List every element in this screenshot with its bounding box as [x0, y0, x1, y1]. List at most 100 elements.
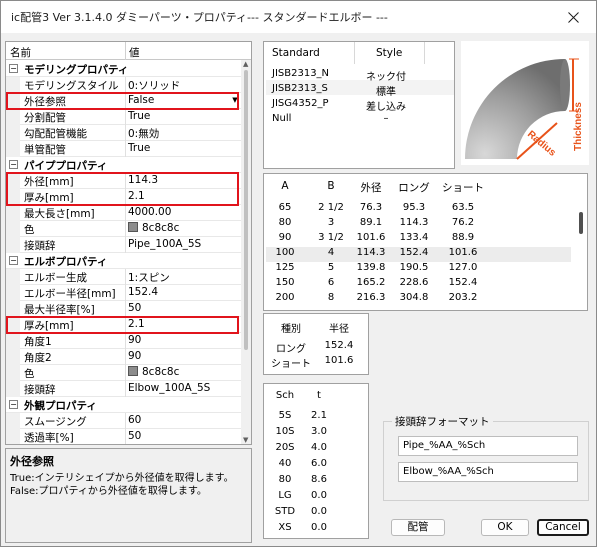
property-value[interactable]: 60 [128, 414, 141, 426]
property-value[interactable]: 0:無効 [128, 126, 159, 141]
collapse-toggle-icon[interactable]: − [9, 160, 18, 169]
size-cell[interactable]: 89.1 [354, 217, 388, 228]
standards-list[interactable]: Standard Style JISB2313_N ネック付 JISB2313_S 標… [263, 41, 455, 169]
scroll-up-icon[interactable]: ▲ [243, 60, 248, 68]
standard-style[interactable]: – [356, 113, 416, 124]
window-close-button[interactable] [550, 1, 596, 33]
radius-cell[interactable]: ショート [268, 355, 314, 370]
size-cell[interactable]: 139.8 [354, 262, 388, 273]
size-cell[interactable]: 125 [270, 262, 300, 273]
size-cell[interactable]: 152.4 [440, 277, 486, 288]
property-row[interactable]: スムージング 60 [6, 413, 241, 429]
property-row[interactable]: エルボー半径[mm] 152.4 [6, 285, 241, 301]
size-cell[interactable]: 88.9 [440, 232, 486, 243]
size-cell[interactable]: 216.3 [354, 292, 388, 303]
size-cell[interactable]: 95.3 [394, 202, 434, 213]
schedule-cell[interactable]: XS [268, 522, 302, 533]
size-cell[interactable]: 228.6 [394, 277, 434, 288]
property-value[interactable]: 1:スピン [128, 270, 170, 285]
collapse-toggle-icon[interactable]: − [9, 64, 18, 73]
property-value[interactable]: 90 [128, 350, 141, 362]
size-cell[interactable]: 101.6 [440, 247, 486, 258]
schedule-cell[interactable]: STD [268, 506, 302, 517]
schedule-cell[interactable]: 2.1 [304, 410, 334, 421]
size-cell[interactable]: 100 [270, 247, 300, 258]
property-value[interactable]: 152.4 [128, 286, 158, 298]
size-cell[interactable]: 203.2 [440, 292, 486, 303]
size-cell[interactable]: 4 [314, 247, 348, 258]
size-cell[interactable]: 127.0 [440, 262, 486, 273]
size-table[interactable]: A B 外径 ロング ショート 65 2 1/2 76.3 95.3 63.5 80 3 89.1 11… [263, 173, 588, 311]
schedule-cell[interactable]: 3.0 [304, 426, 334, 437]
schedule-cell[interactable]: 20S [268, 442, 302, 453]
collapse-toggle-icon[interactable]: − [9, 256, 18, 265]
standard-name[interactable]: Null [272, 113, 291, 124]
property-value[interactable]: True [128, 142, 150, 154]
size-cell[interactable]: 304.8 [394, 292, 434, 303]
schedule-cell[interactable]: 8.6 [304, 474, 334, 485]
property-row[interactable]: 角度1 90 [6, 333, 241, 349]
property-row[interactable]: 分割配管 True [6, 109, 241, 125]
size-cell[interactable]: 3 [314, 217, 348, 228]
property-value[interactable]: 50 [128, 430, 141, 442]
size-cell[interactable]: 90 [270, 232, 300, 243]
standard-style[interactable]: ネック付 [356, 68, 416, 83]
ok-button[interactable]: OK [481, 519, 529, 536]
size-cell[interactable]: 133.4 [394, 232, 434, 243]
property-row[interactable]: 単管配管 True [6, 141, 241, 157]
property-row[interactable]: 角度2 90 [6, 349, 241, 365]
property-value[interactable]: 8c8c8c [128, 366, 179, 378]
size-cell[interactable]: 152.4 [394, 247, 434, 258]
size-cell[interactable]: 6 [314, 277, 348, 288]
property-row[interactable]: 色 8c8c8c [6, 365, 241, 381]
piping-button[interactable]: 配管 [391, 519, 445, 536]
size-cell[interactable]: 65 [270, 202, 300, 213]
elbow-prefix-format-field[interactable]: Elbow_%AA_%Sch [398, 462, 578, 482]
schedule-cell[interactable]: 80 [268, 474, 302, 485]
property-row[interactable]: 透過率[%] 50 [6, 429, 241, 444]
property-value[interactable]: True [128, 110, 150, 122]
property-value[interactable]: 0:ソリッド [128, 78, 180, 93]
scrollbar-thumb[interactable] [244, 70, 248, 350]
property-row[interactable]: 接頭辞 Elbow_100A_5S [6, 381, 241, 397]
standard-name[interactable]: JISB2313_S [272, 83, 328, 94]
property-row[interactable]: モデリングスタイル 0:ソリッド [6, 77, 241, 93]
property-row[interactable]: エルボー生成 1:スピン [6, 269, 241, 285]
property-value[interactable]: 90 [128, 334, 141, 346]
standard-name[interactable]: JISG4352_P [272, 98, 328, 109]
cancel-button[interactable]: Cancel [537, 519, 589, 536]
pipe-prefix-format-field[interactable]: Pipe_%AA_%Sch [398, 436, 578, 456]
size-cell[interactable]: 190.5 [394, 262, 434, 273]
size-cell[interactable]: 114.3 [354, 247, 388, 258]
property-row[interactable]: 最大半径率[%] 50 [6, 301, 241, 317]
scroll-down-icon[interactable]: ▼ [243, 436, 248, 444]
radius-cell[interactable]: 152.4 [316, 340, 362, 351]
schedule-cell[interactable]: LG [268, 490, 302, 501]
property-row[interactable]: 色 8c8c8c [6, 221, 241, 237]
size-cell[interactable]: 165.2 [354, 277, 388, 288]
radius-cell[interactable]: 101.6 [316, 355, 362, 366]
size-cell[interactable]: 200 [270, 292, 300, 303]
schedule-cell[interactable]: 6.0 [304, 458, 334, 469]
property-value[interactable]: 50 [128, 302, 141, 314]
property-grid-scrollbar[interactable]: ▲ ▼ [241, 60, 251, 444]
schedule-cell[interactable]: 0.0 [304, 522, 334, 533]
property-row[interactable]: 接頭辞 Pipe_100A_5S [6, 237, 241, 253]
size-cell[interactable]: 150 [270, 277, 300, 288]
size-table-scrollbar[interactable] [578, 180, 584, 308]
property-row[interactable]: 最大長さ[mm] 4000.00 [6, 205, 241, 221]
schedule-table[interactable]: Sch t 5S 2.1 10S 3.0 20S 4.0 40 6.0 80 8.6 LG 0.0 STD 0… [263, 383, 369, 539]
schedule-cell[interactable]: 4.0 [304, 442, 334, 453]
size-cell[interactable]: 5 [314, 262, 348, 273]
schedule-cell[interactable]: 10S [268, 426, 302, 437]
standard-name[interactable]: JISB2313_N [272, 68, 329, 79]
size-cell[interactable]: 8 [314, 292, 348, 303]
schedule-cell[interactable]: 40 [268, 458, 302, 469]
schedule-cell[interactable]: 5S [268, 410, 302, 421]
collapse-toggle-icon[interactable]: − [9, 400, 18, 409]
standard-style[interactable]: 標準 [356, 83, 416, 98]
radius-cell[interactable]: ロング [268, 340, 314, 355]
size-cell[interactable]: 76.3 [354, 202, 388, 213]
size-cell[interactable]: 80 [270, 217, 300, 228]
property-value[interactable]: 4000.00 [128, 206, 171, 218]
